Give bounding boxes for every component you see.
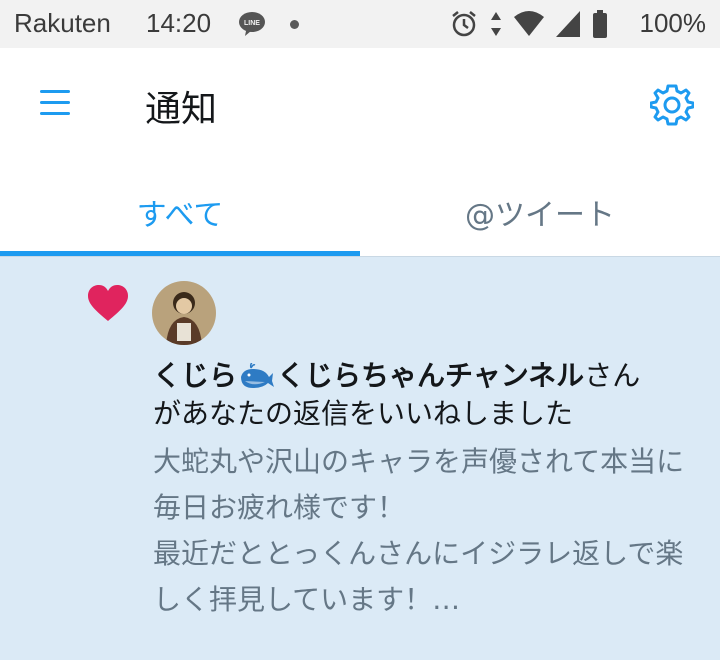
data-arrows-icon <box>491 12 501 36</box>
quoted-reply-line2: 最近だととっくんさんにイジラレ返しで楽しく拝見しています！… <box>153 537 684 616</box>
user-name-part2: くじらちゃんチャンネル <box>277 359 585 392</box>
avatar-image <box>152 281 216 345</box>
notification-dot <box>290 20 299 29</box>
status-icons <box>450 10 608 38</box>
status-bar: Rakuten 14:20 LINE 100% <box>0 0 720 48</box>
quoted-reply-line1: 大蛇丸や沢山のキャラを声優されて本当に毎日お疲れ様です！ <box>153 445 685 524</box>
name-honorific: さん <box>584 359 641 392</box>
user-name-part1: くじら <box>153 359 238 392</box>
signal-icon <box>556 11 580 37</box>
svg-text:LINE: LINE <box>244 20 260 27</box>
tab-all[interactable]: すべて <box>0 160 360 256</box>
tab-mentions-label: @ツイート <box>465 198 615 233</box>
list-divider <box>0 660 720 672</box>
whale-emoji-icon <box>241 363 275 388</box>
notification-headline: くじら くじらちゃんチャンネルさん があなたの返信をいいねしました <box>153 357 708 433</box>
menu-button[interactable] <box>36 88 76 120</box>
battery-icon <box>593 10 607 38</box>
wifi-icon <box>514 11 544 36</box>
notification-text: くじら くじらちゃんチャンネルさん があなたの返信をいいねしました 大蛇丸や沢山… <box>153 357 708 623</box>
tab-bar: すべて @ツイート <box>0 160 720 256</box>
hamburger-line <box>40 101 70 104</box>
user-name[interactable]: くじら くじらちゃんチャンネル <box>153 359 584 392</box>
clock: 14:20 <box>146 8 212 38</box>
app-bar: 通知 <box>0 48 720 160</box>
line-app-icon: LINE <box>239 12 265 36</box>
notification-item[interactable]: くじら くじらちゃんチャンネルさん があなたの返信をいいねしました 大蛇丸や沢山… <box>0 256 720 660</box>
alarm-icon <box>452 11 476 37</box>
hamburger-line <box>40 112 70 115</box>
tab-all-label: すべて <box>136 198 224 233</box>
notification-action: があなたの返信をいいねしました <box>153 397 574 430</box>
tab-mentions[interactable]: @ツイート <box>360 160 720 256</box>
heart-icon <box>88 285 128 321</box>
carrier-label: Rakuten <box>14 8 111 38</box>
gear-icon[interactable] <box>650 82 694 126</box>
page-title: 通知 <box>145 89 218 130</box>
battery-percentage: 100% <box>639 8 707 38</box>
avatar[interactable] <box>152 281 216 345</box>
quoted-reply: 大蛇丸や沢山のキャラを声優されて本当に毎日お疲れ様です！ 最近だととっくんさんに… <box>153 439 708 623</box>
hamburger-menu-icon <box>40 90 70 93</box>
